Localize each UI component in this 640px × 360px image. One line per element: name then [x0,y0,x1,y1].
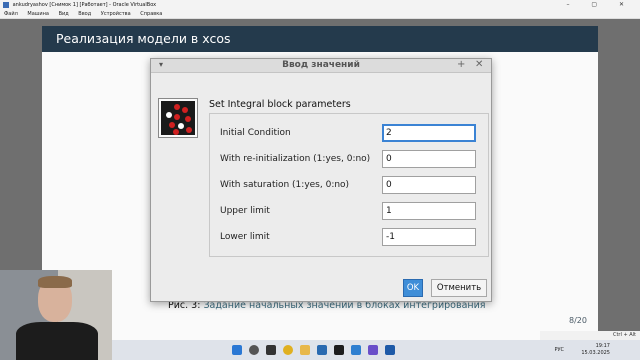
vbox-status-bar: Ctrl + Alt [540,331,640,340]
slide-title: Реализация модели в xcos [56,31,231,46]
task-view-icon[interactable] [266,345,276,355]
search-icon[interactable] [249,345,259,355]
vbox-titlebar: ankudryashov [Снимок 1] [Работает] - Ora… [0,0,640,10]
system-clock[interactable]: 19:17 15.03.2025 [581,343,610,357]
vscode-icon[interactable] [351,345,361,355]
vbox-menubar: Файл Машина Вид Ввод Устройства Справка [0,10,640,19]
cancel-button[interactable]: Отменить [431,279,487,297]
vbox-window-title: ankudryashov [Снимок 1] [Работает] - Ora… [12,2,157,8]
upper-limit-label: Upper limit [220,206,270,216]
lower-limit-label: Lower limit [220,232,270,242]
parameters-panel: Initial Condition 2 With re-initializati… [209,113,489,257]
menu-view[interactable]: Вид [59,11,69,17]
menu-devices[interactable]: Устройства [101,11,131,17]
input-language[interactable]: РУС [554,347,564,353]
clock-time: 19:17 [595,343,610,349]
chrome-icon[interactable] [283,345,293,355]
dialog-heading: Set Integral block parameters [209,99,351,110]
store-icon[interactable] [317,345,327,355]
terminal-icon[interactable] [334,345,344,355]
webcam-overlay [0,270,112,360]
clock-date: 15.03.2025 [581,350,610,356]
page-number: 8/20 [569,316,587,325]
menu-input[interactable]: Ввод [78,11,91,17]
virtualbox-app-icon [3,1,9,8]
reinitialization-label: With re-initialization (1:yes, 0:no) [220,154,371,164]
lower-limit-field[interactable]: -1 [382,228,476,246]
window-controls[interactable]: – ▢ ✕ [566,0,634,10]
menu-file[interactable]: Файл [4,11,18,17]
menu-help[interactable]: Справка [140,11,162,17]
initial-condition-label: Initial Condition [220,128,291,138]
saturation-field[interactable]: 0 [382,176,476,194]
virtualbox-icon[interactable] [385,345,395,355]
integral-block-icon [158,98,198,138]
dialog-title: Ввод значений [282,60,360,70]
initial-condition-field[interactable]: 2 [382,124,476,142]
reinitialization-field[interactable]: 0 [382,150,476,168]
windows-taskbar: РУС 19:17 15.03.2025 [112,340,640,360]
explorer-icon[interactable] [300,345,310,355]
saturation-label: With saturation (1:yes, 0:no) [220,180,350,190]
upper-limit-field[interactable]: 1 [382,202,476,220]
close-icon[interactable]: ✕ [475,59,483,70]
dialog-titlebar[interactable]: ▾ Ввод значений + ✕ [151,59,491,73]
menu-machine[interactable]: Машина [27,11,49,17]
ok-button[interactable]: OK [403,279,423,297]
maximize-icon[interactable]: + [457,59,465,70]
slide-header: Реализация модели в xcos [42,26,598,52]
windows-start-icon[interactable] [232,345,242,355]
chat-icon[interactable] [368,345,378,355]
parameters-dialog: ▾ Ввод значений + ✕ Set Integral block p… [150,58,492,302]
